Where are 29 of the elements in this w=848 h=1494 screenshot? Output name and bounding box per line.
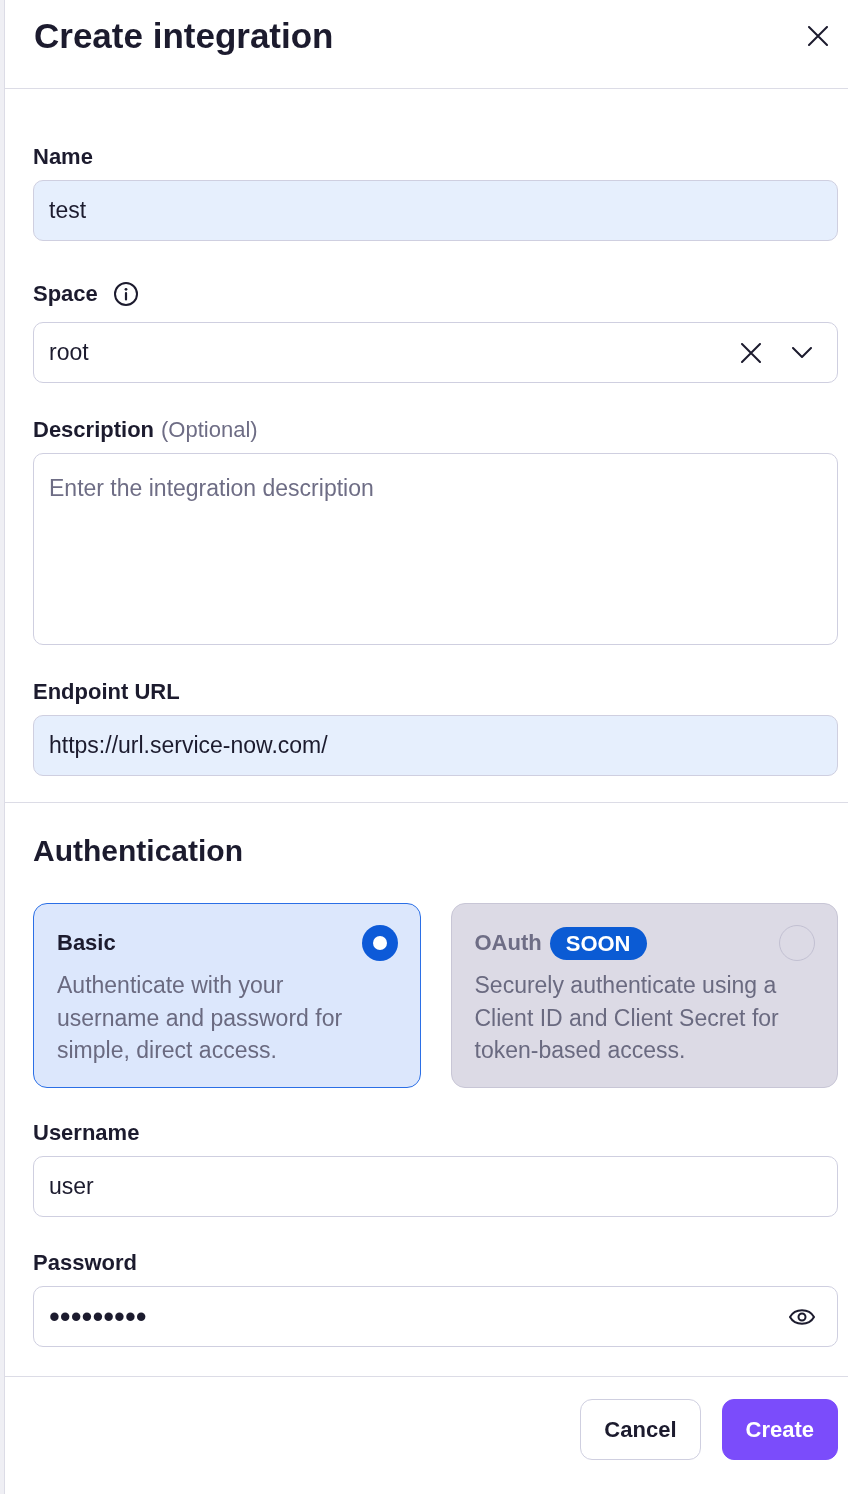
dialog-title: Create integration — [34, 16, 334, 56]
option-description: Securely authenticate using a Client ID and Client Secret for token-based access. — [474, 971, 780, 1065]
text-input[interactable]: user — [33, 1156, 838, 1217]
option-title: OAuth — [474, 929, 542, 957]
eye-icon[interactable] — [789, 1308, 815, 1325]
password-field[interactable]: ••••••••• — [33, 1286, 838, 1347]
create-button[interactable]: Create — [721, 1399, 838, 1460]
close-icon[interactable] — [808, 26, 828, 46]
section-heading: Authentication — [33, 833, 244, 869]
field-label: Description — [33, 416, 155, 444]
option-description: Authenticate with your username and password for simple, direct access. — [57, 971, 344, 1065]
cancel-button[interactable]: Cancel — [580, 1399, 701, 1460]
field-label: Endpoint URL — [33, 678, 180, 706]
select-field[interactable]: root — [33, 322, 838, 383]
text-input[interactable]: test — [33, 180, 838, 241]
description-input[interactable]: Enter the integration description — [33, 453, 838, 645]
chevron-down-icon[interactable] — [792, 346, 812, 359]
optional-hint: (Optional) — [161, 416, 258, 444]
info-icon[interactable] — [113, 281, 138, 306]
text-input[interactable]: https://url.service-now.com/ — [33, 715, 838, 776]
clear-icon[interactable] — [741, 342, 761, 363]
radio-button[interactable] — [361, 925, 398, 961]
status-badge: SOON — [549, 926, 647, 960]
field-label: Password — [33, 1249, 137, 1277]
field-label: Space — [33, 279, 98, 308]
auth-option-card[interactable]: Basic Authenticate with your username and password for simple, direct access. — [33, 903, 421, 1088]
field-label: Username — [33, 1119, 140, 1147]
option-title: Basic — [57, 929, 116, 957]
field-label: Name — [33, 143, 93, 171]
